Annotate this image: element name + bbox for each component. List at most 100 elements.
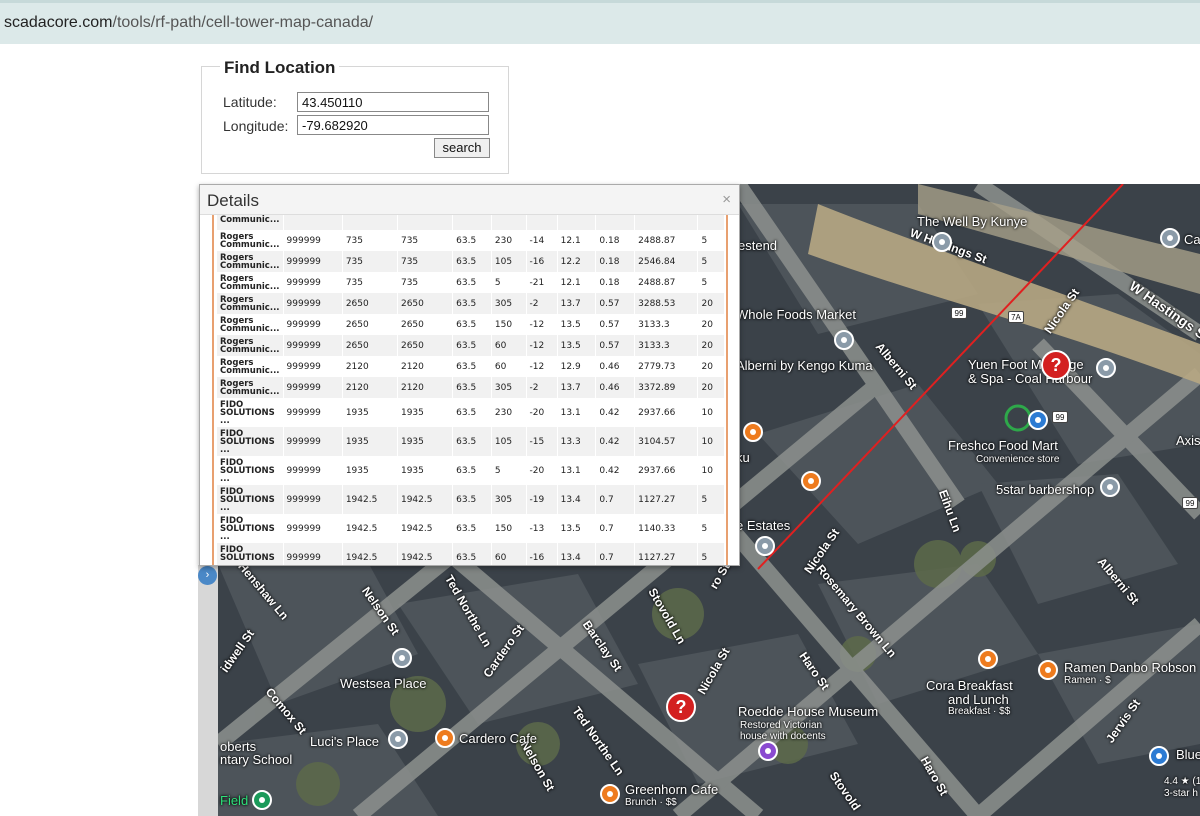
table-cell: 63.5 bbox=[452, 377, 492, 398]
table-cell: 2937.66 bbox=[634, 456, 699, 485]
table-row: FIDO SOLUTIONS... 999999 1935 1935 63.5 5 -20 13… bbox=[217, 456, 725, 485]
table-row: Rogers Communic... 999999 735 735 63.5 105 -16 1… bbox=[217, 251, 725, 272]
place-pin-icon[interactable] bbox=[1096, 358, 1116, 378]
table-cell: 12.9 bbox=[557, 356, 597, 377]
restaurant-icon[interactable] bbox=[1038, 660, 1058, 680]
place-cora-2: and Lunch bbox=[948, 692, 1009, 707]
table-row: Communic... bbox=[217, 215, 725, 230]
place-westsea[interactable]: Westsea Place bbox=[340, 676, 426, 691]
table-cell: 150 bbox=[491, 314, 527, 335]
place-the-well[interactable]: The Well By Kunye bbox=[917, 214, 1027, 229]
cell-tower-icon[interactable]: ? bbox=[1041, 350, 1071, 380]
table-cell: 735 bbox=[342, 251, 398, 272]
table-cell: 999999 bbox=[283, 514, 343, 543]
place-pin-icon[interactable] bbox=[1100, 477, 1120, 497]
table-cell: 735 bbox=[342, 230, 398, 251]
table-row: Rogers Communic... 999999 2650 2650 63.5 150 -1… bbox=[217, 314, 725, 335]
cafe-icon[interactable] bbox=[435, 728, 455, 748]
place-pin-icon[interactable] bbox=[932, 232, 952, 252]
table-cell: 13.7 bbox=[557, 377, 597, 398]
place-roedde-sub1: Restored Victorian bbox=[740, 720, 823, 731]
highway-shield-7a: 7A bbox=[1008, 311, 1024, 323]
restaurant-icon[interactable] bbox=[743, 422, 763, 442]
place-spa-coal-harbour: & Spa - Coal Harbour bbox=[968, 371, 1093, 386]
table-row: FIDO SOLUTIONS... 999999 1942.5 1942.5 63.5 30… bbox=[217, 485, 725, 514]
table-row: FIDOSOLUTIONS...9999991942.51942.563.560… bbox=[217, 543, 725, 565]
table-cell: 2546.84 bbox=[634, 251, 699, 272]
carrier-name: Communic... bbox=[217, 215, 284, 230]
table-cell: 999999 bbox=[283, 335, 343, 356]
search-button[interactable]: search bbox=[434, 138, 490, 158]
place-pin-icon[interactable] bbox=[755, 536, 775, 556]
table-cell: 63.5 bbox=[452, 456, 492, 485]
place-greenhorn[interactable]: Greenhorn Cafe bbox=[625, 782, 718, 797]
place-alberni-kengo[interactable]: Alberni by Kengo Kuma bbox=[736, 358, 873, 373]
place-roedde[interactable]: Roedde House Museum bbox=[738, 704, 878, 719]
table-row: FIDO SOLUTIONS... 999999 1935 1935 63.5 105 -15… bbox=[217, 427, 725, 456]
place-pin-icon[interactable] bbox=[392, 648, 412, 668]
museum-icon[interactable] bbox=[758, 741, 778, 761]
table-cell: 63.5 bbox=[452, 514, 492, 543]
cafe-icon[interactable] bbox=[600, 784, 620, 804]
table-cell: 735 bbox=[342, 272, 398, 293]
expand-panel-button[interactable]: › bbox=[198, 566, 217, 585]
hotel-icon[interactable] bbox=[1149, 746, 1169, 766]
details-dialog[interactable]: Details × Communic... Rogers Communic... 9… bbox=[199, 184, 740, 566]
park-icon[interactable] bbox=[252, 790, 272, 810]
place-cardero-cafe[interactable]: Cardero Cafe bbox=[459, 731, 537, 746]
table-cell: 13.4 bbox=[557, 543, 597, 565]
browser-address-bar[interactable]: scadacore.com/tools/rf-path/cell-tower-m… bbox=[0, 0, 1200, 44]
table-cell: 1942.5 bbox=[397, 514, 454, 543]
table-cell: 2650 bbox=[342, 293, 398, 314]
table-cell: 63.5 bbox=[452, 230, 492, 251]
restaurant-icon[interactable] bbox=[978, 649, 998, 669]
table-cell: 63.5 bbox=[452, 335, 492, 356]
url-text[interactable]: scadacore.com/tools/rf-path/cell-tower-m… bbox=[4, 14, 373, 32]
table-cell: 0.18 bbox=[595, 272, 636, 293]
close-icon[interactable]: × bbox=[722, 191, 731, 208]
place-convenience: Convenience store bbox=[976, 454, 1060, 465]
latitude-input[interactable] bbox=[297, 92, 489, 112]
carrier-name: Rogers Communic... bbox=[217, 251, 284, 272]
table-cell: 12.1 bbox=[557, 272, 597, 293]
restaurant-icon[interactable] bbox=[801, 471, 821, 491]
find-location-title: Find Location bbox=[220, 58, 340, 78]
table-cell: 230 bbox=[491, 230, 527, 251]
table-cell: -20 bbox=[525, 398, 558, 427]
details-titlebar[interactable]: Details × bbox=[200, 185, 739, 215]
table-cell: 999999 bbox=[283, 485, 343, 514]
table-cell: 13.5 bbox=[557, 514, 597, 543]
place-lucis[interactable]: Luci's Place bbox=[310, 734, 379, 749]
place-cora[interactable]: Cora Breakfast bbox=[926, 678, 1013, 693]
place-ramen[interactable]: Ramen Danbo Robson bbox=[1064, 660, 1196, 675]
table-cell: -14 bbox=[525, 230, 558, 251]
place-greenhorn-sub: Brunch · $$ bbox=[625, 797, 677, 808]
place-pin-icon[interactable] bbox=[834, 330, 854, 350]
transit-icon[interactable] bbox=[1028, 410, 1048, 430]
details-scroll-area[interactable]: Communic... Rogers Communic... 999999 735 73… bbox=[212, 215, 728, 565]
place-pin-icon[interactable] bbox=[1160, 228, 1180, 248]
place-roberts-2: ntary School bbox=[220, 752, 293, 767]
table-cell: -12 bbox=[525, 356, 558, 377]
longitude-input[interactable] bbox=[297, 115, 489, 135]
place-pin-icon[interactable] bbox=[388, 729, 408, 749]
place-whole-foods[interactable]: Whole Foods Market bbox=[736, 307, 856, 322]
table-cell: 20 bbox=[697, 314, 725, 335]
table-cell: 1935 bbox=[342, 456, 398, 485]
table-cell: 305 bbox=[491, 293, 527, 314]
table-cell: -19 bbox=[525, 485, 558, 514]
carrier-name: Rogers Communic... bbox=[217, 293, 284, 314]
table-cell: 230 bbox=[491, 398, 527, 427]
table-cell: 0.42 bbox=[595, 427, 636, 456]
table-cell: 5 bbox=[697, 514, 725, 543]
place-freshco[interactable]: Freshco Food Mart bbox=[948, 438, 1058, 453]
table-cell: 2120 bbox=[342, 377, 398, 398]
table-cell: 5 bbox=[697, 272, 725, 293]
cell-tower-icon[interactable]: ? bbox=[666, 692, 696, 722]
table-cell: 735 bbox=[397, 272, 454, 293]
table-cell: 13.5 bbox=[557, 314, 597, 335]
table-cell: 1127.27 bbox=[634, 543, 699, 565]
place-barbershop[interactable]: 5star barbershop bbox=[996, 482, 1094, 497]
table-cell: 5 bbox=[697, 230, 725, 251]
place-blue-h[interactable]: Blue H bbox=[1176, 747, 1200, 762]
